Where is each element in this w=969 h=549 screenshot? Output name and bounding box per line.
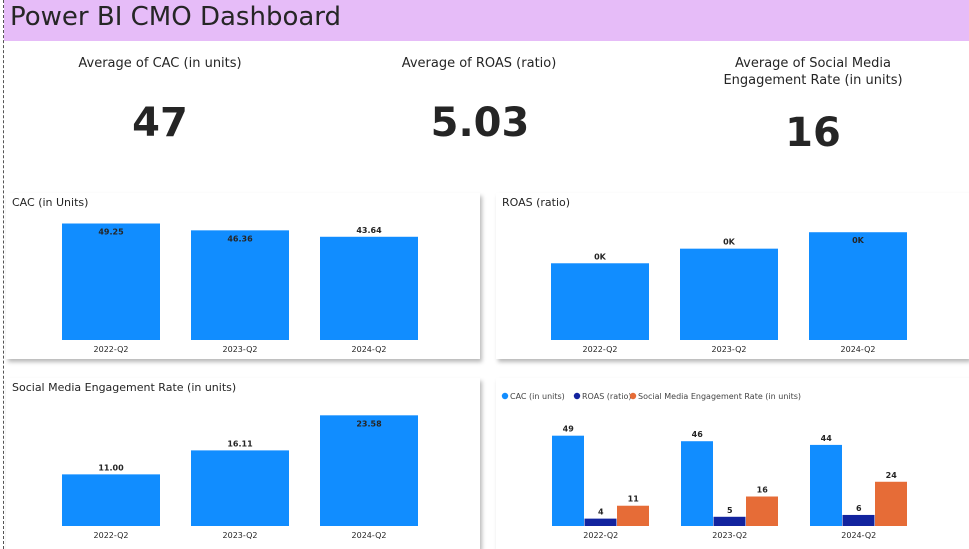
canvas-edge — [3, 0, 4, 549]
x-tick-label: 2024-Q2 — [352, 345, 387, 354]
roas-chart-panel[interactable]: ROAS (ratio) 0K 2022-Q2 0K 2023-Q2 0K 2024-Q2 — [496, 193, 969, 359]
roas-bar-chart: 0K 2022-Q2 0K 2023-Q2 0K 2024-Q2 — [551, 232, 907, 354]
legend-marker — [501, 392, 509, 400]
bar-2024-q2-series-0[interactable] — [810, 444, 842, 526]
data-label: 4 — [598, 508, 604, 517]
cac-chart-panel[interactable]: CAC (in Units) 49.25 2022-Q2 46.36 2023-Q2 4… — [6, 193, 480, 359]
data-label: 46 — [692, 430, 704, 439]
data-label: 16.11 — [227, 439, 253, 448]
bar-2023-q2[interactable] — [191, 450, 289, 526]
bar-2023-q2[interactable] — [680, 248, 778, 340]
engagement-bar-chart: 11.00 2022-Q2 16.11 2023-Q2 23.58 2024-Q2 — [62, 415, 418, 540]
x-tick-label: 2023-Q2 — [712, 531, 747, 540]
kpi-engagement-label: Average of Social Media Engagement Rate … — [723, 56, 903, 88]
data-label: 46.36 — [227, 234, 253, 243]
kpi-roas-label: Average of ROAS (ratio) — [401, 56, 557, 71]
x-tick-label: 2022-Q2 — [94, 531, 129, 540]
x-tick-label: 2022-Q2 — [583, 345, 618, 354]
data-label: 49.25 — [98, 228, 124, 237]
data-label: 23.58 — [356, 419, 382, 428]
kpi-roas-value: 5.03 — [430, 100, 530, 146]
x-tick-label: 2023-Q2 — [712, 345, 747, 354]
data-label: 44 — [821, 434, 833, 443]
data-label: 0K — [852, 236, 865, 245]
bar-2024-q2[interactable] — [809, 232, 907, 340]
bar-2024-q2-series-1[interactable] — [842, 514, 875, 526]
x-tick-label: 2024-Q2 — [841, 531, 876, 540]
title-bar: Power BI CMO Dashboard — [4, 0, 969, 41]
bar-2022-q2-series-0[interactable] — [552, 435, 584, 526]
data-label: 43.64 — [356, 226, 382, 235]
x-tick-label: 2022-Q2 — [583, 531, 618, 540]
data-label: 49 — [563, 425, 575, 434]
bar-2022-q2[interactable] — [62, 223, 160, 340]
data-label: 6 — [856, 504, 862, 513]
legend-marker — [573, 392, 581, 400]
combined-clustered-bar-chart: CAC (in units) ROAS (ratio) Social Media E… — [501, 392, 907, 540]
bar-2022-q2-series-2[interactable] — [617, 505, 649, 526]
kpi-cac-value: 47 — [132, 100, 188, 146]
bar-2024-q2[interactable] — [320, 415, 418, 526]
bar-2022-q2[interactable] — [62, 474, 160, 526]
engagement-chart-panel[interactable]: Social Media Engagement Rate (in units) … — [6, 378, 480, 549]
cac-bar-chart: 49.25 2022-Q2 46.36 2023-Q2 43.64 2024-Q2 — [62, 223, 418, 354]
data-label: 11.00 — [98, 463, 124, 472]
page-title: Power BI CMO Dashboard — [10, 2, 342, 32]
bar-2023-q2[interactable] — [191, 230, 289, 340]
bar-2022-q2-series-1[interactable] — [584, 518, 617, 526]
bar-2024-q2-series-2[interactable] — [875, 481, 907, 526]
x-tick-label: 2022-Q2 — [94, 345, 129, 354]
data-label: 16 — [757, 486, 769, 495]
bar-2023-q2-series-0[interactable] — [681, 441, 713, 526]
legend-marker — [629, 392, 637, 400]
data-label: 24 — [886, 471, 898, 480]
legend-label: CAC (in units) — [510, 392, 565, 401]
legend-label: ROAS (ratio) — [582, 392, 632, 401]
bar-2022-q2[interactable] — [551, 263, 649, 340]
bar-2024-q2[interactable] — [320, 236, 418, 340]
bar-2023-q2-series-1[interactable] — [713, 516, 746, 526]
kpi-engagement-value: 16 — [785, 110, 841, 156]
data-label: 0K — [594, 252, 607, 261]
data-label: 5 — [727, 506, 733, 515]
x-tick-label: 2024-Q2 — [841, 345, 876, 354]
data-label: 11 — [628, 495, 640, 504]
combined-chart-panel[interactable]: CAC (in units) ROAS (ratio) Social Media E… — [496, 378, 969, 549]
x-tick-label: 2023-Q2 — [223, 345, 258, 354]
kpi-cac-label: Average of CAC (in units) — [78, 56, 242, 71]
legend-label: Social Media Engagement Rate (in units) — [638, 392, 801, 401]
x-tick-label: 2024-Q2 — [352, 531, 387, 540]
bar-2023-q2-series-2[interactable] — [746, 496, 778, 526]
x-tick-label: 2023-Q2 — [223, 531, 258, 540]
data-label: 0K — [723, 238, 736, 247]
